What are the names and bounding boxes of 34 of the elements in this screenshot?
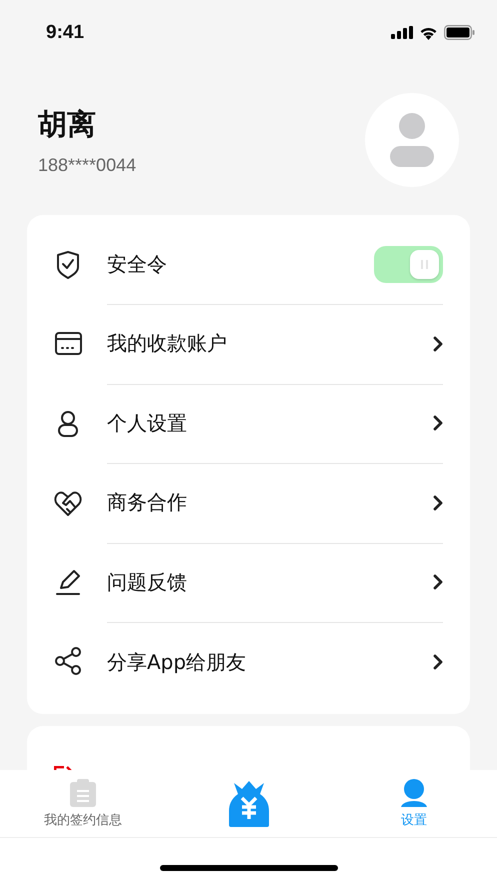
user-name: 胡离 <box>38 106 97 142</box>
toggle-switch[interactable] <box>374 246 443 283</box>
pen-icon <box>54 568 82 598</box>
settings-row[interactable]: 问题反馈 <box>27 543 470 622</box>
settings-label: 分享App给朋友 <box>107 648 246 676</box>
settings-label: 安全令 <box>107 250 167 278</box>
settings-label: 商务合作 <box>107 489 187 516</box>
tab-label: 我的签约信息 <box>44 812 122 828</box>
person-icon <box>401 778 428 806</box>
settings-label: 我的收款账户 <box>107 330 227 358</box>
money-bag-icon[interactable] <box>228 780 268 826</box>
settings-label: 个人设置 <box>107 410 187 437</box>
tab-label: 设置 <box>401 812 428 828</box>
settings-row[interactable]: 安全令 <box>27 225 470 304</box>
chevron-icon <box>433 494 443 511</box>
chevron-icon <box>433 336 443 352</box>
tab-item[interactable]: 我的签约信息 <box>0 770 166 837</box>
share-icon <box>54 647 82 678</box>
wifi-icon <box>419 26 438 40</box>
person-icon <box>390 113 434 167</box>
status-time: 9:41 <box>46 22 84 44</box>
clipboard-icon <box>70 778 96 806</box>
shield-check-icon <box>54 250 82 280</box>
phone-number: 188****0044 <box>38 154 136 174</box>
chevron-icon <box>433 574 443 590</box>
chevron-icon <box>433 654 443 670</box>
chevron-icon <box>433 415 443 432</box>
battery-icon <box>444 25 475 40</box>
signal-icon <box>391 26 413 39</box>
settings-row[interactable]: 个人设置 <box>27 384 470 464</box>
settings-row[interactable]: 商务合作 <box>27 464 470 543</box>
settings-row[interactable]: 分享App给朋友 <box>27 622 470 702</box>
settings-row[interactable]: 我的收款账户 <box>27 304 470 384</box>
settings-label: 问题反馈 <box>107 568 187 596</box>
